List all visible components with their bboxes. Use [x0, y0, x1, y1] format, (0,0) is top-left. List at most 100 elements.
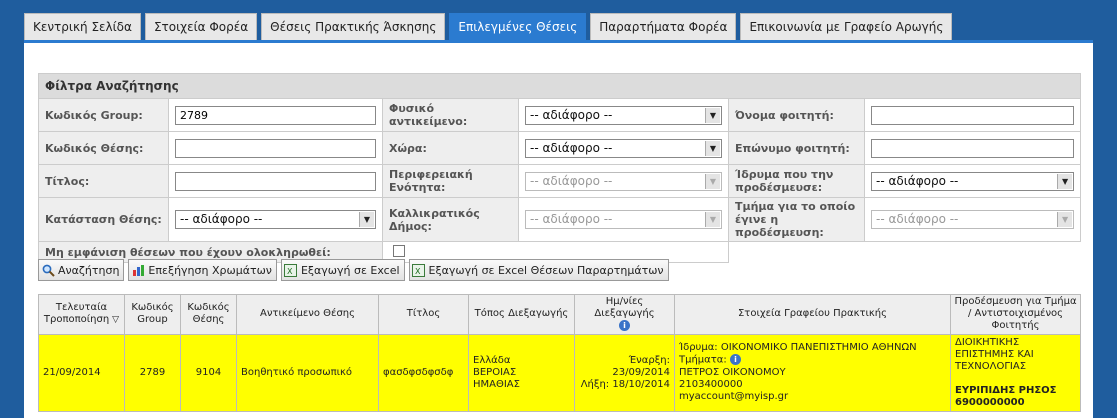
export-excel-button[interactable]: X Εξαγωγή σε Excel [280, 259, 405, 281]
color-legend-button[interactable]: Επεξήγηση Χρωμάτων [128, 259, 277, 281]
assignment-department: ΔΙΟΙΚΗΤΙΚΗΣ ΕΠΙΣΤΗΜΗΣ ΚΑΙ ΤΕΧΝΟΛΟΓΙΑΣ [955, 336, 1034, 372]
office-person: ΠΕΤΡΟΣ ΟΙΚΟΝΟΜΟΥ [679, 366, 786, 378]
start-label: Έναρξη: [628, 354, 670, 366]
chevron-down-icon: ▼ [1057, 173, 1073, 189]
municipality-value: -- αδιάφορο -- [530, 212, 613, 226]
office-email: myaccount@myisp.gr [679, 390, 789, 402]
table-header-row: Τελευταία Τροποποίηση ▽ Κωδικός Group Κωδ… [38, 294, 1081, 335]
bar-chart-icon [131, 263, 145, 277]
cell-assignment: ΔΙΟΙΚΗΤΙΚΗΣ ΕΠΙΣΤΗΜΗΣ ΚΑΙ ΤΕΧΝΟΛΟΓΙΑΣ ΕΥ… [950, 333, 1081, 412]
col-assignment[interactable]: Προδέσμευση για Τμήμα / Αντιστοιχισμένος… [950, 294, 1081, 335]
region-select[interactable]: -- αδιάφορο -- ▼ [525, 171, 722, 191]
title-input[interactable] [175, 171, 376, 191]
hide-completed-checkbox[interactable] [393, 244, 405, 257]
export-excel-button-label: Εξαγωγή σε Excel [300, 263, 400, 277]
end-label: Λήξη: [580, 378, 610, 390]
action-buttons: Αναζήτηση Επεξήγηση Χρωμάτων X Εξαγωγή σ… [38, 259, 673, 281]
info-icon[interactable]: i [729, 354, 741, 366]
department-label: Τμήμα για το οποίο έγινε η προδέσμευση: [728, 197, 865, 242]
tab-internship-positions[interactable]: Θέσεις Πρακτικής Άσκησης [261, 13, 446, 40]
municipality-select[interactable]: -- αδιάφορο -- ▼ [525, 210, 722, 229]
col-dates-label: Ημ/νίες Διεξαγωγής [594, 296, 655, 319]
student-surname-input[interactable] [871, 138, 1075, 158]
title-label: Τίτλος: [38, 164, 169, 198]
cell-last-modified: 21/09/2014 [38, 333, 125, 412]
search-button[interactable]: Αναζήτηση [38, 259, 125, 281]
institution-value: -- αδιάφορο -- [876, 173, 959, 188]
main-tabs: Κεντρική Σελίδα Στοιχεία Φορέα Θέσεις Πρ… [24, 13, 956, 40]
sort-down-icon: ▽ [112, 315, 120, 326]
col-last-modified[interactable]: Τελευταία Τροποποίηση ▽ [38, 294, 125, 335]
institution-label: Ίδρυμα που την προδέσμευσε: [728, 164, 865, 198]
institution-select[interactable]: -- αδιάφορο -- ▼ [871, 171, 1075, 191]
filters-title: Φίλτρα Αναζήτησης [37, 73, 1082, 99]
assignment-student: ΕΥΡΙΠΙΔΗΣ ΡΗΣΟΣ [955, 384, 1057, 396]
student-surname-label: Επώνυμο φοιτητή: [728, 131, 865, 165]
country-value: -- αδιάφορο -- [530, 140, 613, 155]
office-phone: 2103400000 [679, 378, 743, 390]
start-date: 23/09/2014 [612, 366, 670, 378]
office-institution: Ίδρυμα: ΟΙΚΟΝΟΜΙΚΟ ΠΑΝΕΠΙΣΤΗΜΙΟ ΑΘΗΝΩΝ [679, 342, 917, 354]
cell-position-code: 9104 [180, 333, 237, 412]
col-dates[interactable]: Ημ/νίες Διεξαγωγής i [574, 294, 675, 335]
cell-dates: Έναρξη: 23/09/2014 Λήξη: 18/10/2014 [574, 333, 675, 412]
physical-object-label: Φυσικό αντικείμενο: [382, 98, 519, 132]
chevron-down-icon: ▼ [705, 140, 720, 156]
table-row[interactable]: 21/09/2014 2789 9104 Βοηθητικό προσωπικό… [38, 333, 1081, 412]
tab-contact-helpdesk[interactable]: Επικοινωνία με Γραφείο Αρωγής [740, 13, 953, 40]
col-office[interactable]: Στοιχεία Γραφείου Πρακτικής [674, 294, 951, 335]
main-content: Φίλτρα Αναζήτησης Κωδικός Group: Φυσικό … [24, 43, 1093, 418]
student-name-label: Όνομα φοιτητή: [728, 98, 865, 132]
assignment-code: 6900000000 [955, 396, 1025, 408]
excel-icon: X [412, 263, 426, 277]
col-title[interactable]: Τίτλος [378, 294, 469, 335]
export-excel-annex-button[interactable]: X Εξαγωγή σε Excel Θέσεων Παραρτημάτων [408, 259, 669, 281]
cell-place: Ελλάδα ΒΕΡΟΙΑΣ ΗΜΑΘΙΑΣ [468, 333, 575, 412]
tab-organization-details[interactable]: Στοιχεία Φορέα [144, 13, 258, 40]
chevron-down-icon: ▼ [705, 173, 720, 189]
tab-selected-positions[interactable]: Επιλεγμένες Θέσεις [449, 13, 587, 40]
col-object[interactable]: Αντικείμενο Θέσης [236, 294, 379, 335]
svg-text:X: X [415, 267, 421, 276]
tab-home[interactable]: Κεντρική Σελίδα [24, 13, 141, 40]
chevron-down-icon: ▼ [1057, 212, 1073, 227]
results-table: Τελευταία Τροποποίηση ▽ Κωδικός Group Κωδ… [38, 294, 1081, 412]
physical-object-select[interactable]: -- αδιάφορο -- ▼ [525, 105, 722, 125]
cell-office: Ίδρυμα: ΟΙΚΟΝΟΜΙΚΟ ΠΑΝΕΠΙΣΤΗΜΙΟ ΑΘΗΝΩΝ Τ… [674, 333, 951, 412]
cell-title: φασδφσδφσδφ [378, 333, 469, 412]
col-last-modified-label: Τελευταία Τροποποίηση [43, 302, 110, 326]
search-button-label: Αναζήτηση [58, 263, 120, 277]
search-filters: Φίλτρα Αναζήτησης Κωδικός Group: Φυσικό … [37, 73, 1082, 263]
student-name-input[interactable] [871, 105, 1075, 125]
info-icon[interactable]: i [619, 320, 630, 331]
office-departments-label: Τμήματα: [679, 354, 727, 366]
cell-group-code: 2789 [124, 333, 181, 412]
physical-object-value: -- αδιάφορο -- [530, 107, 613, 122]
status-label: Κατάσταση Θέσης: [38, 197, 169, 242]
position-code-input[interactable] [175, 138, 376, 158]
cell-object: Βοηθητικό προσωπικό [236, 333, 379, 412]
status-select[interactable]: -- αδιάφορο -- ▼ [175, 210, 376, 229]
department-value: -- αδιάφορο -- [876, 212, 959, 226]
department-select[interactable]: -- αδιάφορο -- ▼ [871, 210, 1075, 229]
col-place[interactable]: Τόπος Διεξαγωγής [468, 294, 575, 335]
place-region: ΗΜΑΘΙΑΣ [473, 378, 520, 390]
col-group-code[interactable]: Κωδικός Group [124, 294, 181, 335]
search-icon [41, 263, 55, 277]
place-country: Ελλάδα [473, 354, 511, 366]
col-position-code[interactable]: Κωδικός Θέσης [180, 294, 237, 335]
group-code-label: Κωδικός Group: [38, 98, 169, 132]
municipality-label: Καλλικρατικός Δήμος: [382, 197, 519, 242]
end-date: 18/10/2014 [612, 378, 670, 390]
chevron-down-icon: ▼ [705, 107, 720, 123]
chevron-down-icon: ▼ [359, 212, 374, 227]
country-select[interactable]: -- αδιάφορο -- ▼ [525, 138, 722, 158]
export-excel-annex-button-label: Εξαγωγή σε Excel Θέσεων Παραρτημάτων [428, 263, 664, 277]
svg-text:X: X [287, 267, 293, 276]
place-city: ΒΕΡΟΙΑΣ [473, 366, 517, 378]
group-code-input[interactable] [175, 105, 376, 125]
position-code-label: Κωδικός Θέσης: [38, 131, 169, 165]
status-value: -- αδιάφορο -- [180, 212, 263, 226]
chevron-down-icon: ▼ [705, 212, 720, 227]
tab-organization-branches[interactable]: Παραρτήματα Φορέα [590, 13, 737, 40]
